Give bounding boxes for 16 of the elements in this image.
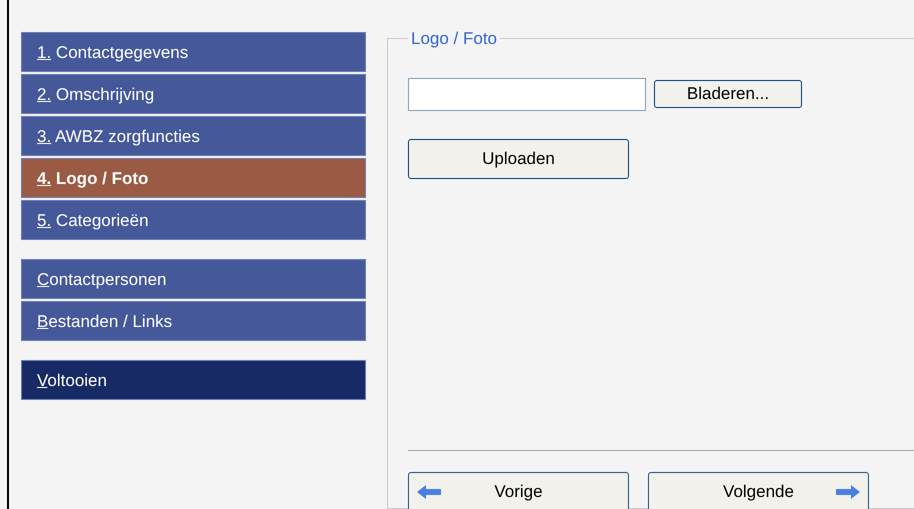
left-arrow-icon [417,485,441,499]
upload-button[interactable]: Uploaden [408,138,629,178]
nav-item[interactable]: 2. Omschrijving [21,74,366,114]
next-button[interactable]: Volgende [648,472,869,509]
nav-item[interactable]: 4. Logo / Foto [21,158,366,198]
panel-title: Logo / Foto [410,28,498,50]
nav-item[interactable]: Voltooien [21,360,366,400]
nav-item[interactable]: 3. AWBZ zorgfuncties [21,116,366,156]
file-path-field[interactable] [408,78,646,110]
nav-item[interactable]: Contactpersonen [21,259,366,299]
nav-item[interactable]: 5. Categorieën [21,200,366,240]
browse-button[interactable]: Bladeren... [654,80,802,108]
previous-button[interactable]: Vorige [408,472,629,509]
nav-item[interactable]: 1. Contactgegevens [21,32,366,72]
right-arrow-icon [836,485,860,499]
nav-item[interactable]: Bestanden / Links [21,301,366,341]
